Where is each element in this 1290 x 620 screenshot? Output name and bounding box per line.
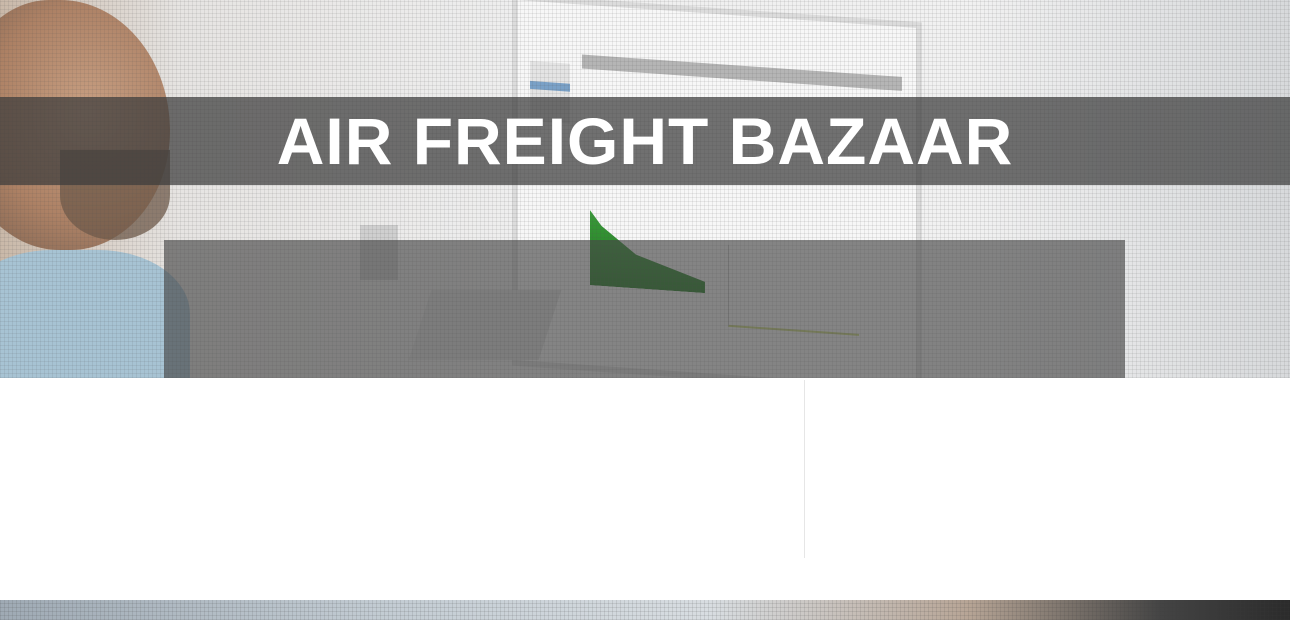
bottom-grid-overlay xyxy=(0,600,1290,620)
info-panel xyxy=(164,240,1125,378)
bottom-image-strip xyxy=(0,600,1290,620)
page-title: AIR FREIGHT BAZAAR xyxy=(276,104,1014,178)
column-divider xyxy=(804,380,805,558)
hero-banner: AIR FREIGHT BAZAAR xyxy=(0,0,1290,378)
title-band: AIR FREIGHT BAZAAR xyxy=(0,97,1290,185)
